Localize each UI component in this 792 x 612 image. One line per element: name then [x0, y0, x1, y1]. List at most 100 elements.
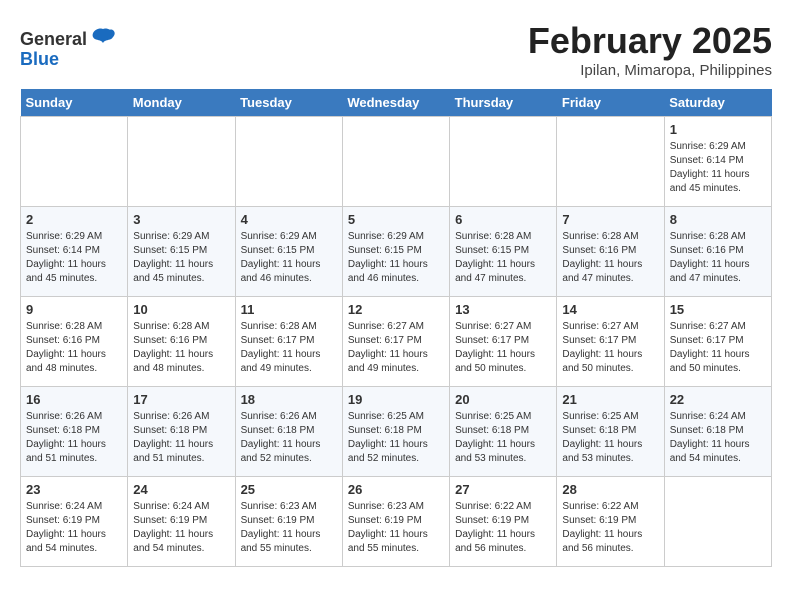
- cell-content: Sunrise: 6:26 AM Sunset: 6:18 PM Dayligh…: [241, 410, 337, 466]
- cell-content: Sunrise: 6:27 AM Sunset: 6:17 PM Dayligh…: [670, 320, 766, 376]
- calendar-week-row: 1 Sunrise: 6:29 AM Sunset: 6:14 PM Daylig…: [21, 117, 772, 207]
- cell-content: Sunrise: 6:24 AM Sunset: 6:19 PM Dayligh…: [133, 500, 229, 556]
- cell-content: Sunrise: 6:25 AM Sunset: 6:18 PM Dayligh…: [455, 410, 551, 466]
- calendar-cell: 5 Sunrise: 6:29 AM Sunset: 6:15 PM Daylig…: [342, 207, 449, 297]
- day-number: 4: [241, 212, 337, 227]
- cell-content: Sunrise: 6:28 AM Sunset: 6:16 PM Dayligh…: [562, 230, 658, 286]
- calendar-cell: 8Sunrise: 6:28 AM Sunset: 6:16 PM Daylig…: [664, 207, 771, 297]
- day-header-tuesday: Tuesday: [235, 89, 342, 117]
- cell-content: Sunrise: 6:23 AM Sunset: 6:19 PM Dayligh…: [348, 500, 444, 556]
- calendar-cell: 7 Sunrise: 6:28 AM Sunset: 6:16 PM Daylig…: [557, 207, 664, 297]
- calendar-cell: 4 Sunrise: 6:29 AM Sunset: 6:15 PM Daylig…: [235, 207, 342, 297]
- calendar-week-row: 9 Sunrise: 6:28 AM Sunset: 6:16 PM Daylig…: [21, 297, 772, 387]
- day-number: 23: [26, 482, 122, 497]
- day-number: 10: [133, 302, 229, 317]
- day-number: 26: [348, 482, 444, 497]
- cell-content: Sunrise: 6:27 AM Sunset: 6:17 PM Dayligh…: [562, 320, 658, 376]
- day-number: 5: [348, 212, 444, 227]
- logo: General Blue: [20, 25, 119, 70]
- calendar-cell: 21 Sunrise: 6:25 AM Sunset: 6:18 PM Dayli…: [557, 387, 664, 477]
- cell-content: Sunrise: 6:29 AM Sunset: 6:14 PM Dayligh…: [26, 230, 122, 286]
- day-header-monday: Monday: [128, 89, 235, 117]
- calendar-cell: 3Sunrise: 6:29 AM Sunset: 6:15 PM Daylig…: [128, 207, 235, 297]
- day-number: 25: [241, 482, 337, 497]
- calendar-cell: 22 Sunrise: 6:24 AM Sunset: 6:18 PM Dayli…: [664, 387, 771, 477]
- day-number: 24: [133, 482, 229, 497]
- calendar-cell: 9 Sunrise: 6:28 AM Sunset: 6:16 PM Daylig…: [21, 297, 128, 387]
- cell-content: Sunrise: 6:29 AM Sunset: 6:15 PM Dayligh…: [241, 230, 337, 286]
- calendar-cell: 2 Sunrise: 6:29 AM Sunset: 6:14 PM Daylig…: [21, 207, 128, 297]
- location-subtitle: Ipilan, Mimaropa, Philippines: [528, 62, 772, 79]
- day-number: 6: [455, 212, 551, 227]
- day-header-friday: Friday: [557, 89, 664, 117]
- cell-content: Sunrise: 6:27 AM Sunset: 6:17 PM Dayligh…: [455, 320, 551, 376]
- calendar-cell: 26 Sunrise: 6:23 AM Sunset: 6:19 PM Dayli…: [342, 477, 449, 567]
- cell-content: Sunrise: 6:25 AM Sunset: 6:18 PM Dayligh…: [348, 410, 444, 466]
- calendar-table: SundayMondayTuesdayWednesdayThursdayFrid…: [20, 89, 772, 567]
- cell-content: Sunrise: 6:26 AM Sunset: 6:18 PM Dayligh…: [26, 410, 122, 466]
- day-number: 1: [670, 122, 766, 137]
- day-number: 8: [670, 212, 766, 227]
- day-number: 27: [455, 482, 551, 497]
- calendar-cell: 17 Sunrise: 6:26 AM Sunset: 6:18 PM Dayli…: [128, 387, 235, 477]
- cell-content: Sunrise: 6:24 AM Sunset: 6:18 PM Dayligh…: [670, 410, 766, 466]
- day-number: 12: [348, 302, 444, 317]
- cell-content: Sunrise: 6:24 AM Sunset: 6:19 PM Dayligh…: [26, 500, 122, 556]
- calendar-cell: [557, 117, 664, 207]
- day-header-saturday: Saturday: [664, 89, 771, 117]
- cell-content: Sunrise: 6:23 AM Sunset: 6:19 PM Dayligh…: [241, 500, 337, 556]
- calendar-cell: 24 Sunrise: 6:24 AM Sunset: 6:19 PM Dayli…: [128, 477, 235, 567]
- cell-content: Sunrise: 6:29 AM Sunset: 6:14 PM Dayligh…: [670, 140, 766, 196]
- day-number: 16: [26, 392, 122, 407]
- calendar-cell: [21, 117, 128, 207]
- cell-content: Sunrise: 6:26 AM Sunset: 6:18 PM Dayligh…: [133, 410, 229, 466]
- calendar-cell: 12 Sunrise: 6:27 AM Sunset: 6:17 PM Dayli…: [342, 297, 449, 387]
- calendar-cell: 23 Sunrise: 6:24 AM Sunset: 6:19 PM Dayli…: [21, 477, 128, 567]
- page-header: General Blue February 2025 Ipilan, Mimar…: [20, 20, 772, 79]
- day-number: 2: [26, 212, 122, 227]
- calendar-week-row: 16 Sunrise: 6:26 AM Sunset: 6:18 PM Dayli…: [21, 387, 772, 477]
- calendar-cell: [450, 117, 557, 207]
- day-header-thursday: Thursday: [450, 89, 557, 117]
- title-block: February 2025 Ipilan, Mimaropa, Philippi…: [528, 20, 772, 79]
- cell-content: Sunrise: 6:28 AM Sunset: 6:16 PM Dayligh…: [26, 320, 122, 376]
- cell-content: Sunrise: 6:25 AM Sunset: 6:18 PM Dayligh…: [562, 410, 658, 466]
- calendar-week-row: 2 Sunrise: 6:29 AM Sunset: 6:14 PM Daylig…: [21, 207, 772, 297]
- calendar-cell: 27 Sunrise: 6:22 AM Sunset: 6:19 PM Dayli…: [450, 477, 557, 567]
- calendar-cell: 13 Sunrise: 6:27 AM Sunset: 6:17 PM Dayli…: [450, 297, 557, 387]
- day-number: 21: [562, 392, 658, 407]
- day-number: 15: [670, 302, 766, 317]
- calendar-cell: 25 Sunrise: 6:23 AM Sunset: 6:19 PM Dayli…: [235, 477, 342, 567]
- cell-content: Sunrise: 6:22 AM Sunset: 6:19 PM Dayligh…: [455, 500, 551, 556]
- cell-content: Sunrise: 6:29 AM Sunset: 6:15 PM Dayligh…: [133, 230, 229, 286]
- calendar-cell: 11Sunrise: 6:28 AM Sunset: 6:17 PM Dayli…: [235, 297, 342, 387]
- day-number: 17: [133, 392, 229, 407]
- day-number: 13: [455, 302, 551, 317]
- cell-content: Sunrise: 6:29 AM Sunset: 6:15 PM Dayligh…: [348, 230, 444, 286]
- calendar-cell: 1 Sunrise: 6:29 AM Sunset: 6:14 PM Daylig…: [664, 117, 771, 207]
- month-year-title: February 2025: [528, 20, 772, 62]
- logo-bird-icon: [89, 25, 117, 53]
- calendar-cell: 28Sunrise: 6:22 AM Sunset: 6:19 PM Dayli…: [557, 477, 664, 567]
- calendar-cell: 19 Sunrise: 6:25 AM Sunset: 6:18 PM Dayli…: [342, 387, 449, 477]
- calendar-cell: [664, 477, 771, 567]
- calendar-week-row: 23 Sunrise: 6:24 AM Sunset: 6:19 PM Dayli…: [21, 477, 772, 567]
- day-number: 22: [670, 392, 766, 407]
- day-number: 9: [26, 302, 122, 317]
- day-number: 7: [562, 212, 658, 227]
- calendar-cell: 10Sunrise: 6:28 AM Sunset: 6:16 PM Dayli…: [128, 297, 235, 387]
- calendar-cell: 6 Sunrise: 6:28 AM Sunset: 6:15 PM Daylig…: [450, 207, 557, 297]
- cell-content: Sunrise: 6:28 AM Sunset: 6:15 PM Dayligh…: [455, 230, 551, 286]
- calendar-cell: 18 Sunrise: 6:26 AM Sunset: 6:18 PM Dayli…: [235, 387, 342, 477]
- calendar-header-row: SundayMondayTuesdayWednesdayThursdayFrid…: [21, 89, 772, 117]
- calendar-cell: 14Sunrise: 6:27 AM Sunset: 6:17 PM Dayli…: [557, 297, 664, 387]
- calendar-cell: [342, 117, 449, 207]
- day-header-wednesday: Wednesday: [342, 89, 449, 117]
- day-number: 28: [562, 482, 658, 497]
- day-number: 19: [348, 392, 444, 407]
- cell-content: Sunrise: 6:27 AM Sunset: 6:17 PM Dayligh…: [348, 320, 444, 376]
- day-number: 20: [455, 392, 551, 407]
- calendar-cell: 16 Sunrise: 6:26 AM Sunset: 6:18 PM Dayli…: [21, 387, 128, 477]
- day-number: 18: [241, 392, 337, 407]
- calendar-cell: [235, 117, 342, 207]
